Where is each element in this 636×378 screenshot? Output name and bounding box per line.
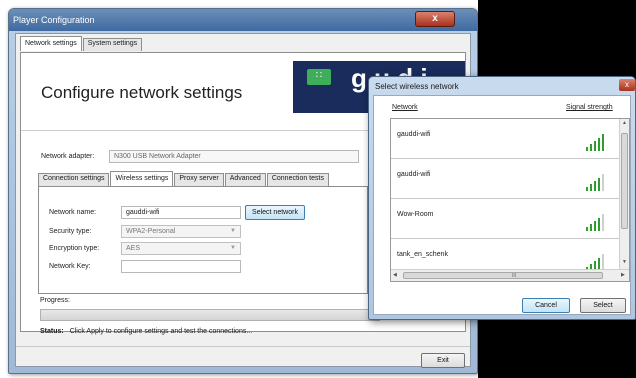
select-wireless-network-dialog: Select wireless network x Network Signal… (368, 76, 636, 320)
security-type-select[interactable]: WPA2-Personal ▼ (121, 225, 241, 238)
exit-button[interactable]: Exit (421, 353, 465, 368)
scroll-left-icon[interactable]: ◀ (393, 272, 397, 278)
network-column-header[interactable]: Network (392, 104, 418, 111)
list-item[interactable]: Wow-Room (391, 199, 621, 239)
network-icon: ∷ (307, 69, 331, 85)
network-name-input[interactable]: gauddi-wifi (121, 206, 241, 219)
signal-strength-icon (586, 133, 606, 151)
close-icon: x (625, 80, 629, 89)
window-title: Player Configuration (13, 15, 95, 25)
signal-strength-icon (586, 173, 606, 191)
network-list[interactable]: gauddi-wifi gauddi-wifi Wow-Room tank_en… (390, 118, 630, 282)
signal-strength-icon (586, 213, 606, 231)
network-key-input[interactable] (121, 260, 241, 273)
dialog-client: Network Signal strength gauddi-wifi gaud… (373, 95, 631, 315)
dialog-close-button[interactable]: x (619, 79, 635, 91)
tab-connection-tests[interactable]: Connection tests (266, 173, 329, 186)
status-line: Status: Click Apply to configure setting… (40, 328, 252, 335)
network-name: tank_en_schenk (397, 251, 448, 258)
select-network-button[interactable]: Select network (245, 205, 305, 220)
tab-wireless-settings[interactable]: Wireless settings (110, 171, 174, 186)
chevron-down-icon: ▼ (230, 245, 236, 251)
scroll-grip: III (512, 273, 517, 279)
close-button[interactable]: x (415, 11, 455, 27)
tab-network-settings[interactable]: Network settings (20, 36, 82, 51)
close-icon: x (432, 13, 438, 24)
chevron-down-icon: ▼ (230, 228, 236, 234)
network-adapter-label: Network adapter: (41, 153, 95, 160)
network-name: Wow-Room (397, 211, 434, 218)
progress-label: Progress: (40, 297, 70, 304)
tab-proxy-server[interactable]: Proxy server (174, 173, 224, 186)
progress-bar (40, 309, 380, 321)
network-name: gauddi-wifi (397, 171, 431, 178)
horizontal-scrollbar[interactable]: ◀ III ▶ (391, 269, 629, 281)
tab-connection-settings[interactable]: Connection settings (38, 173, 110, 186)
tab-advanced[interactable]: Advanced (224, 173, 266, 186)
network-adapter-field[interactable]: N300 USB Network Adapter (109, 150, 359, 163)
scroll-right-icon[interactable]: ▶ (621, 272, 625, 278)
list-item[interactable]: gauddi-wifi (391, 159, 621, 199)
network-name-label: Network name: (49, 209, 97, 216)
encryption-type-select[interactable]: AES ▼ (121, 242, 241, 255)
select-button[interactable]: Select (580, 298, 626, 313)
dialog-title: Select wireless network (375, 82, 459, 91)
network-key-label: Network Key: (49, 263, 91, 270)
signal-strength-column-header[interactable]: Signal strength (566, 104, 613, 111)
status-text: Click Apply to configure settings and te… (69, 328, 253, 335)
network-name: gauddi-wifi (397, 131, 431, 138)
status-label: Status: (40, 328, 64, 335)
encryption-type-label: Encryption type: (49, 245, 100, 252)
encryption-type-value: AES (126, 245, 141, 252)
cancel-button[interactable]: Cancel (522, 298, 570, 313)
scroll-thumb[interactable] (621, 133, 628, 229)
scroll-thumb[interactable]: III (403, 272, 603, 279)
security-type-value: WPA2-Personal (126, 228, 176, 235)
top-tab-strip: Network settings System settings (20, 36, 143, 52)
list-item[interactable]: gauddi-wifi (391, 119, 621, 159)
scroll-up-icon[interactable]: ▲ (622, 120, 627, 126)
security-type-label: Security type: (49, 228, 92, 235)
vertical-scrollbar[interactable]: ▲ ▼ (619, 119, 629, 269)
footer-divider (16, 346, 470, 347)
scroll-down-icon[interactable]: ▼ (622, 259, 627, 265)
wireless-settings-panel: Network name: gauddi-wifi Select network… (38, 186, 368, 294)
tab-system-settings[interactable]: System settings (82, 38, 143, 51)
title-bar[interactable]: Player Configuration x (9, 9, 477, 31)
page-title: Configure network settings (41, 83, 243, 102)
inner-tab-strip: Connection settings Wireless settings Pr… (38, 171, 330, 186)
